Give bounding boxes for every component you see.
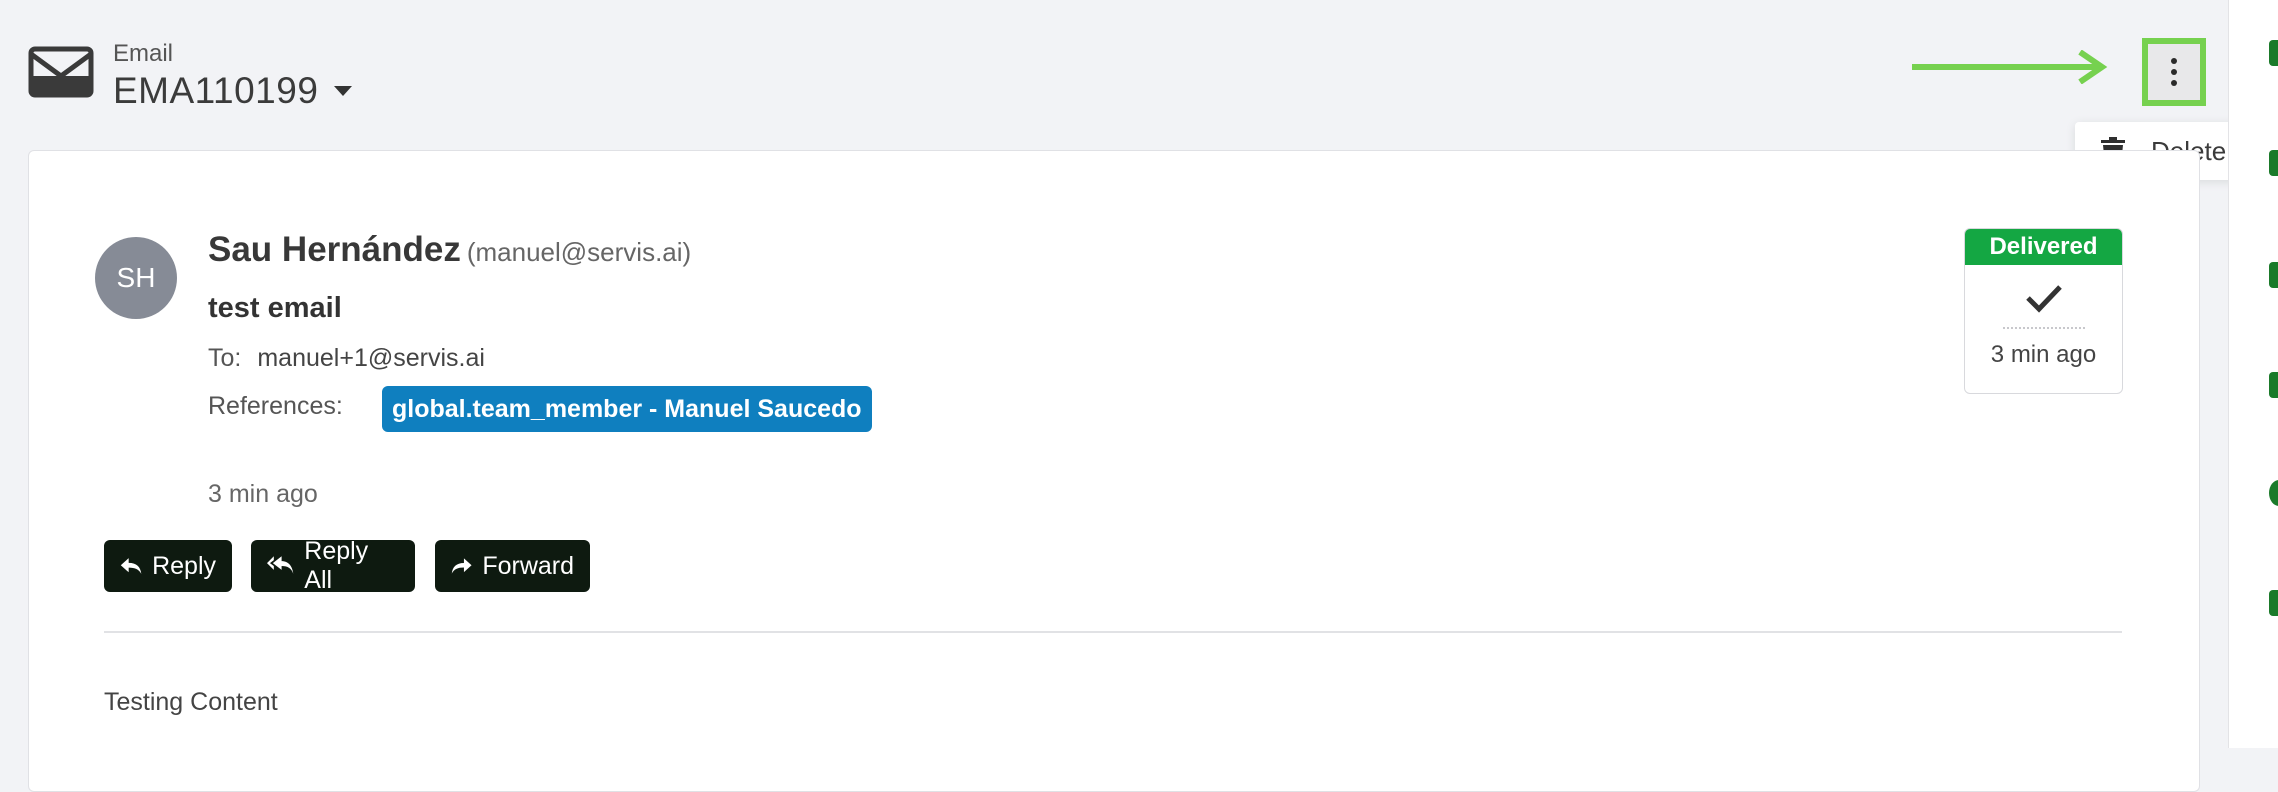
- sender-email: (manuel@servis.ai): [466, 237, 692, 267]
- record-id: EMA110199: [113, 70, 319, 111]
- reply-icon: [120, 558, 142, 574]
- recipient-line: To: manuel+1@servis.ai: [208, 344, 485, 373]
- record-type-label: Email: [113, 40, 174, 67]
- check-icon: [2025, 285, 2062, 313]
- reply-all-icon: [267, 556, 294, 574]
- sidebar-icon[interactable]: [2269, 372, 2278, 398]
- sidebar-icon[interactable]: [2269, 480, 2278, 506]
- email-subject: test email: [208, 292, 342, 324]
- reply-button[interactable]: Reply: [104, 540, 232, 592]
- sidebar-icon[interactable]: [2269, 150, 2278, 176]
- reply-label: Reply: [152, 551, 216, 580]
- forward-icon: [451, 558, 472, 574]
- sent-time: 3 min ago: [208, 480, 318, 508]
- email-body: Testing Content: [104, 688, 278, 716]
- status-time: 3 min ago: [1990, 341, 2097, 368]
- sidebar-icon[interactable]: [2269, 40, 2278, 66]
- references-label: References:: [208, 392, 343, 420]
- to-label: To:: [208, 344, 242, 372]
- annotation-arrow-icon: [1912, 50, 2108, 84]
- more-options-button[interactable]: [2142, 38, 2206, 106]
- to-value: manuel+1@servis.ai: [257, 344, 485, 372]
- status-badge: Delivered: [1965, 229, 2122, 265]
- more-vertical-icon: [2171, 58, 2177, 86]
- avatar: SH: [95, 237, 177, 319]
- record-selector[interactable]: EMA110199: [113, 70, 353, 112]
- reply-all-button[interactable]: Reply All: [251, 537, 415, 594]
- divider: [104, 631, 2122, 633]
- envelope-icon: [28, 46, 94, 98]
- reply-all-label: Reply All: [304, 537, 369, 594]
- reference-tag[interactable]: global.team_member - Manuel Saucedo: [382, 386, 872, 432]
- delivery-status-card: Delivered 3 min ago: [1964, 228, 2123, 394]
- forward-label: Forward: [482, 551, 574, 580]
- forward-button[interactable]: Forward: [435, 540, 590, 592]
- chevron-down-icon[interactable]: [334, 86, 353, 96]
- sidebar-icon[interactable]: [2269, 590, 2278, 616]
- sender-name: Sau Hernández: [208, 230, 461, 269]
- status-divider: [2002, 327, 2085, 329]
- sidebar-icon[interactable]: [2269, 262, 2278, 288]
- right-sidebar: [2228, 0, 2278, 748]
- sender-line: Sau Hernández (manuel@servis.ai): [208, 230, 691, 270]
